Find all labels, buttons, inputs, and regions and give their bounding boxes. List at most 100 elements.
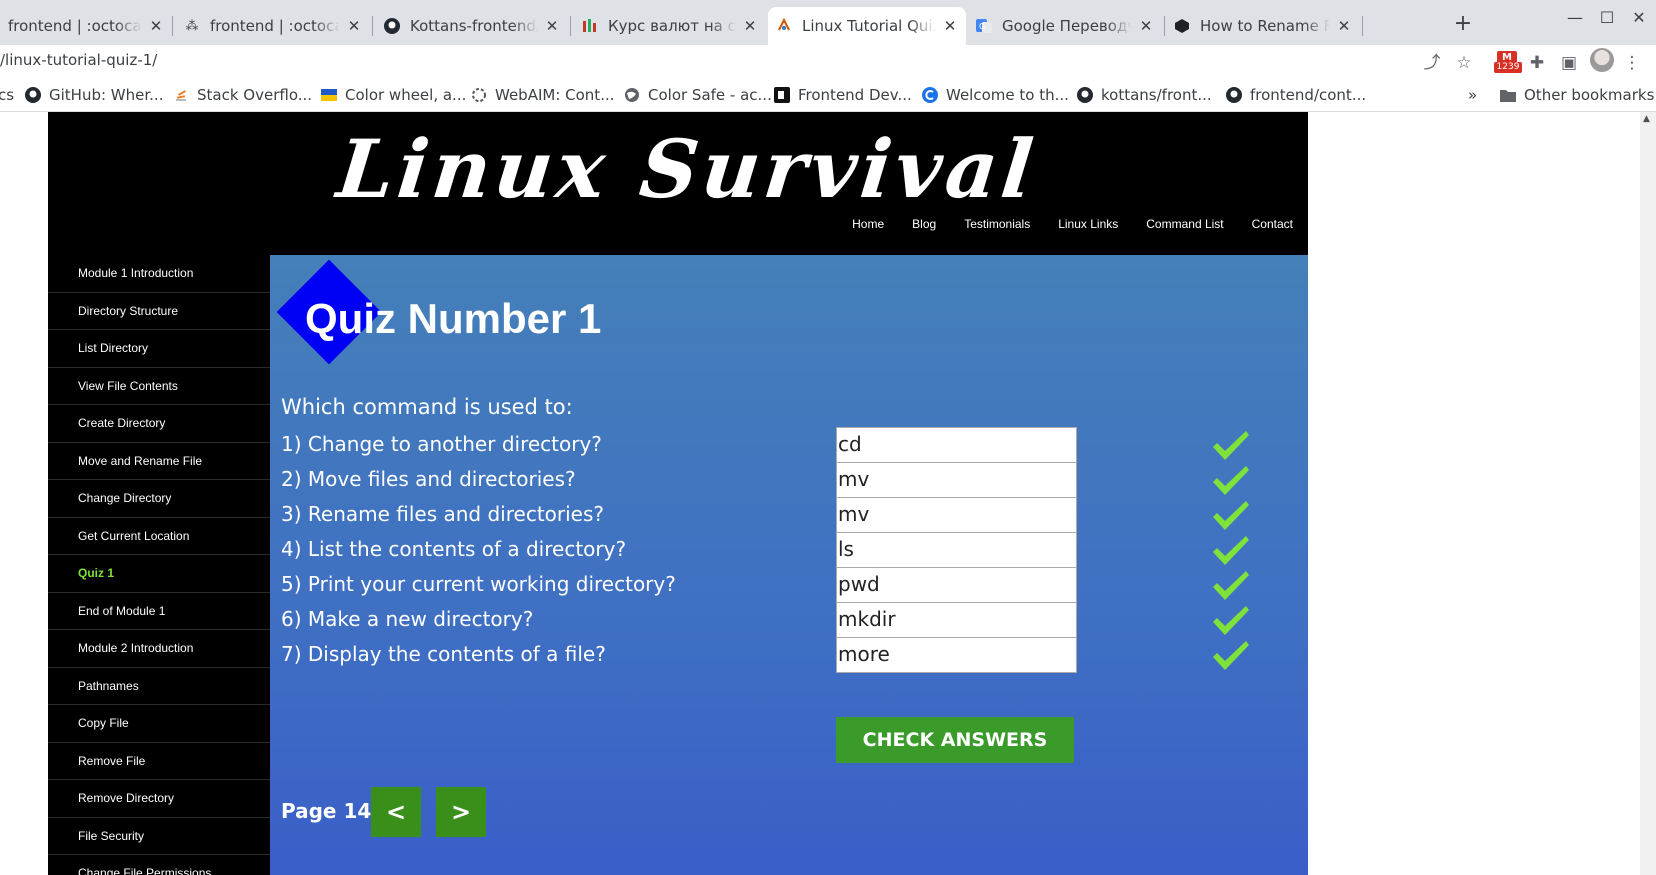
sidebar-item[interactable]: Change Directory <box>48 480 270 518</box>
window-close-icon[interactable]: ✕ <box>1624 8 1654 27</box>
bookmark-label: frontend/cont... <box>1250 86 1367 104</box>
gmail-count-badge: 1239 <box>1494 62 1522 73</box>
tab-title: Linux Tutorial Quiz 1 <box>802 17 936 35</box>
sidebar-item[interactable]: Remove File <box>48 743 270 780</box>
bookmark-item[interactable]: Welcome to th... <box>922 86 1069 104</box>
question-text: 6) Make a new directory? <box>281 607 534 631</box>
bookmark-item[interactable]: cs <box>0 86 14 104</box>
address-bar[interactable]: /linux-tutorial-quiz-1/ <box>0 51 157 69</box>
tab-3[interactable]: Курс валют на сьогод ✕ <box>574 7 766 45</box>
tab-1[interactable]: ⁂ frontend | :octocat: K ✕ <box>176 7 370 45</box>
webaim-icon <box>471 87 487 103</box>
close-icon[interactable]: ✕ <box>742 17 758 35</box>
bookmark-item[interactable]: Frontend Dev... <box>774 86 912 104</box>
site-header: Linux Survival Home Blog Testimonials Li… <box>48 112 1308 255</box>
sidebar-item[interactable]: File Security <box>48 818 270 855</box>
bookmark-item[interactable]: Stack Overflo... <box>173 86 312 104</box>
sidebar-item[interactable]: Get Current Location <box>48 518 270 555</box>
question-text: 7) Display the contents of a file? <box>281 642 606 666</box>
nav-home[interactable]: Home <box>852 217 884 231</box>
answer-input[interactable]: mkdir <box>836 602 1077 638</box>
next-page-button[interactable]: > <box>436 787 486 837</box>
tab-separator <box>372 16 373 36</box>
bookmark-item[interactable]: Color Safe - ac... <box>624 86 772 104</box>
tab-4[interactable]: Linux Tutorial Quiz 1 ✕ <box>768 7 966 45</box>
bookmark-item[interactable]: kottans/front... <box>1077 86 1212 104</box>
sidebar-item[interactable]: Move and Rename File <box>48 443 270 480</box>
sidebar-item[interactable]: Pathnames <box>48 668 270 705</box>
close-icon[interactable]: ✕ <box>1138 17 1154 35</box>
tab-separator <box>172 16 173 36</box>
question-row: 3) Rename files and directories? mv <box>281 497 1291 534</box>
scroll-up-arrow-icon[interactable]: ▲ <box>1643 114 1650 124</box>
close-icon[interactable]: ✕ <box>942 17 958 35</box>
vertical-scrollbar[interactable]: ▲ <box>1640 112 1656 875</box>
nav-command-list[interactable]: Command List <box>1146 217 1223 231</box>
profile-avatar[interactable] <box>1590 48 1614 72</box>
check-answers-button[interactable]: CHECK ANSWERS <box>836 717 1074 763</box>
close-icon[interactable]: ✕ <box>346 17 362 35</box>
minimize-icon[interactable]: — <box>1560 8 1590 27</box>
share-icon[interactable]: ⤴ <box>1420 51 1444 75</box>
close-icon[interactable]: ✕ <box>544 17 560 35</box>
linux-survival-icon <box>776 18 792 34</box>
sidebar-item[interactable]: List Directory <box>48 330 270 368</box>
page-number: Page 14 <box>281 799 372 823</box>
nav-testimonials[interactable]: Testimonials <box>964 217 1030 231</box>
bookmarks-bar: cs GitHub: Wher... Stack Overflo... Colo… <box>0 81 1656 112</box>
tab-title: Kottans-frontend/git <box>410 17 538 35</box>
nav-blog[interactable]: Blog <box>912 217 936 231</box>
menu-kebab-icon[interactable]: ⋮ <box>1620 51 1644 75</box>
site-logo[interactable]: Linux Survival <box>333 122 1041 216</box>
answer-input[interactable]: more <box>836 637 1077 673</box>
answer-input[interactable]: cd <box>836 427 1077 463</box>
new-tab-button[interactable]: + <box>1449 10 1477 38</box>
bookmark-star-icon[interactable]: ☆ <box>1452 51 1476 75</box>
tab-5[interactable]: G Google Переводчик ✕ <box>968 7 1162 45</box>
answer-input[interactable]: mv <box>836 497 1077 533</box>
tab-title: frontend | :octocat: K <box>210 17 340 35</box>
github-icon <box>1077 87 1093 103</box>
tab-separator <box>1362 16 1363 36</box>
bookmark-item[interactable]: frontend/cont... <box>1226 86 1366 104</box>
sidebar-item[interactable]: Change File Permissions <box>48 855 270 875</box>
nav-contact[interactable]: Contact <box>1252 217 1293 231</box>
sidebar-item[interactable]: Copy File <box>48 705 270 743</box>
page-title: Quiz Number 1 <box>305 295 602 342</box>
bookmarks-overflow-chevron-icon[interactable]: » <box>1468 86 1477 104</box>
sidebar-item[interactable]: Module 1 Introduction <box>48 255 270 293</box>
bookmark-item[interactable]: Color wheel, a... <box>321 86 466 104</box>
nav-linux-links[interactable]: Linux Links <box>1058 217 1118 231</box>
answer-input[interactable]: pwd <box>836 567 1077 603</box>
sidebar-item[interactable]: Quiz 1 <box>48 555 270 593</box>
answer-input[interactable]: mv <box>836 462 1077 498</box>
sidebar-item[interactable]: View File Contents <box>48 368 270 405</box>
other-bookmarks[interactable]: Other bookmarks <box>1500 86 1654 104</box>
gmail-extension-icon[interactable]: M 1239 <box>1494 51 1522 73</box>
side-panel-icon[interactable]: ▣ <box>1557 51 1581 75</box>
previous-page-button[interactable]: < <box>371 787 421 837</box>
tab-6[interactable]: How to Rename Files ✕ <box>1166 7 1360 45</box>
sidebar-item[interactable]: Remove Directory <box>48 780 270 818</box>
bookmark-item[interactable]: GitHub: Wher... <box>25 86 163 104</box>
sidebar-item[interactable]: Create Directory <box>48 405 270 443</box>
question-row: 4) List the contents of a directory? ls <box>281 532 1291 569</box>
github-icon <box>25 87 41 103</box>
sidebar-item[interactable]: Module 2 Introduction <box>48 630 270 668</box>
correct-check-icon <box>1213 536 1249 565</box>
maximize-icon[interactable]: ☐ <box>1592 8 1622 27</box>
extensions-puzzle-icon[interactable]: ✚ <box>1525 51 1549 75</box>
tab-separator <box>1164 16 1165 36</box>
bookmark-label: Color Safe - ac... <box>648 86 772 104</box>
correct-check-icon <box>1213 606 1249 635</box>
tab-0[interactable]: frontend | :octocat: K ✕ <box>0 7 172 45</box>
kottans-icon: ⁂ <box>185 18 199 34</box>
answer-input[interactable]: ls <box>836 532 1077 568</box>
sidebar-item[interactable]: Directory Structure <box>48 293 270 330</box>
close-icon[interactable]: ✕ <box>148 17 164 35</box>
bookmark-item[interactable]: WebAIM: Cont... <box>471 86 615 104</box>
sidebar-item[interactable]: End of Module 1 <box>48 593 270 630</box>
close-icon[interactable]: ✕ <box>1336 17 1352 35</box>
github-icon <box>1226 87 1242 103</box>
tab-2[interactable]: Kottans-frontend/git ✕ <box>376 7 568 45</box>
